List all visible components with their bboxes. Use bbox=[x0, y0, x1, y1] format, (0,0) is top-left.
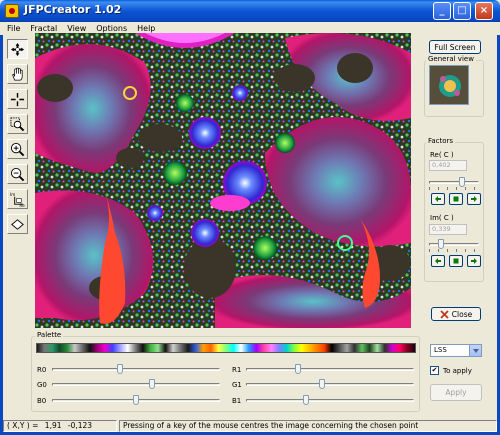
im-c-field[interactable]: 0,339 bbox=[429, 224, 467, 235]
im-increase-button[interactable] bbox=[467, 255, 481, 267]
apply-button[interactable]: Apply bbox=[430, 384, 482, 401]
re-stop-button[interactable] bbox=[449, 193, 463, 205]
app-icon[interactable] bbox=[5, 4, 19, 18]
status-message: Pressing of a key of the mouse centres t… bbox=[119, 420, 497, 432]
r1-slider-thumb[interactable] bbox=[295, 364, 301, 374]
zoom-out-tool-button[interactable] bbox=[7, 164, 28, 184]
menu-file[interactable]: File bbox=[2, 22, 25, 35]
maximize-button[interactable]: □ bbox=[453, 2, 471, 20]
g1-slider-thumb[interactable] bbox=[319, 379, 325, 389]
hand-icon bbox=[12, 67, 23, 80]
centre-tool-button[interactable] bbox=[7, 39, 28, 59]
im-re-axis-icon: Im Re bbox=[10, 192, 25, 207]
axis-re-label: Re bbox=[19, 203, 25, 207]
re-c-slider-ticks bbox=[429, 187, 479, 190]
chevron-down-icon[interactable] bbox=[469, 345, 481, 356]
coords-label: ( X,Y ) = bbox=[7, 421, 39, 430]
r1-slider-track bbox=[246, 368, 414, 371]
fractal-image bbox=[35, 33, 411, 328]
to-apply-checkbox[interactable]: ✔ bbox=[430, 366, 439, 375]
general-view-preview[interactable] bbox=[429, 65, 469, 105]
coord-x: 1,91 bbox=[44, 421, 62, 430]
close-button-label: Close bbox=[451, 309, 473, 319]
re-c-label: Re( C ) bbox=[430, 151, 454, 159]
im-c-slider-ticks bbox=[429, 249, 479, 252]
stop-square-icon bbox=[453, 196, 459, 202]
arrow-right-icon bbox=[471, 258, 477, 264]
re-c-slider-thumb[interactable] bbox=[459, 177, 465, 187]
r0-slider[interactable] bbox=[52, 364, 220, 374]
zoom-region-tool-button[interactable] bbox=[7, 114, 28, 134]
palette-mode-select[interactable]: LSS bbox=[430, 344, 482, 357]
g0-slider[interactable] bbox=[52, 379, 220, 389]
b1-label: B1 bbox=[232, 397, 242, 405]
palette-strip[interactable] bbox=[36, 343, 416, 353]
b0-slider[interactable] bbox=[52, 395, 220, 405]
g0-label: G0 bbox=[37, 381, 47, 389]
coords-panel: ( X,Y ) = 1,91 -0,123 bbox=[3, 420, 117, 432]
re-c-field[interactable]: 0,402 bbox=[429, 160, 467, 171]
re-increase-button[interactable] bbox=[467, 193, 481, 205]
fractal-canvas[interactable] bbox=[35, 33, 411, 328]
palette-mode-value: LSS bbox=[434, 346, 447, 354]
factors-label: Factors bbox=[426, 137, 456, 145]
r0-label: R0 bbox=[37, 366, 47, 374]
g1-slider-track bbox=[246, 383, 414, 386]
r1-slider[interactable] bbox=[246, 364, 414, 374]
window-title: JFPCreator 1.02 bbox=[24, 3, 122, 16]
g1-slider[interactable] bbox=[246, 379, 414, 389]
re-c-slider[interactable] bbox=[429, 177, 479, 190]
minimize-button[interactable]: _ bbox=[433, 2, 451, 20]
b0-slider-thumb[interactable] bbox=[133, 395, 139, 405]
crosshair-icon bbox=[10, 92, 25, 106]
diamond-icon bbox=[11, 218, 24, 230]
pan-tool-button[interactable] bbox=[7, 64, 28, 84]
g1-label: G1 bbox=[232, 381, 242, 389]
close-window-button[interactable]: × bbox=[475, 2, 493, 20]
zoom-in-icon bbox=[10, 142, 25, 156]
arrow-left-icon bbox=[435, 196, 441, 202]
r1-label: R1 bbox=[232, 366, 242, 374]
check-icon: ✔ bbox=[431, 366, 438, 374]
im-re-axis-tool-button[interactable]: Im Re bbox=[7, 189, 28, 209]
rotate-tool-button[interactable] bbox=[7, 214, 28, 234]
crosshair-tool-button[interactable] bbox=[7, 89, 28, 109]
re-decrease-button[interactable] bbox=[431, 193, 445, 205]
general-view-label: General view bbox=[426, 55, 476, 63]
b0-label: B0 bbox=[37, 397, 47, 405]
arrow-left-icon bbox=[435, 258, 441, 264]
coord-y: -0,123 bbox=[67, 421, 93, 430]
im-c-slider-track bbox=[429, 243, 479, 246]
zoom-region-icon bbox=[10, 116, 25, 131]
im-stop-button[interactable] bbox=[449, 255, 463, 267]
im-c-label: Im( C ) bbox=[430, 214, 454, 222]
stop-square-icon bbox=[453, 258, 459, 264]
close-x-icon bbox=[440, 309, 449, 319]
b1-slider[interactable] bbox=[246, 395, 414, 405]
g0-slider-track bbox=[52, 383, 220, 386]
b1-slider-track bbox=[246, 399, 414, 402]
title-bar[interactable]: JFPCreator 1.02 _ □ × bbox=[0, 0, 500, 22]
im-decrease-button[interactable] bbox=[431, 255, 445, 267]
re-c-slider-track bbox=[429, 181, 479, 184]
axis-im-label: Im bbox=[10, 192, 15, 197]
full-screen-button[interactable]: Full Screen bbox=[429, 40, 481, 54]
r0-slider-thumb[interactable] bbox=[117, 364, 123, 374]
r0-slider-track bbox=[52, 368, 220, 371]
arrow-right-icon bbox=[471, 196, 477, 202]
to-apply-label: To apply bbox=[443, 367, 472, 375]
move-arrows-icon bbox=[10, 42, 25, 56]
zoom-out-icon bbox=[10, 167, 25, 181]
preview-image bbox=[430, 66, 468, 104]
g0-slider-thumb[interactable] bbox=[149, 379, 155, 389]
b1-slider-thumb[interactable] bbox=[303, 395, 309, 405]
palette-label: Palette bbox=[35, 331, 64, 339]
zoom-in-tool-button[interactable] bbox=[7, 139, 28, 159]
im-c-slider[interactable] bbox=[429, 239, 479, 252]
close-button[interactable]: Close bbox=[431, 307, 481, 321]
im-c-slider-thumb[interactable] bbox=[438, 239, 444, 249]
